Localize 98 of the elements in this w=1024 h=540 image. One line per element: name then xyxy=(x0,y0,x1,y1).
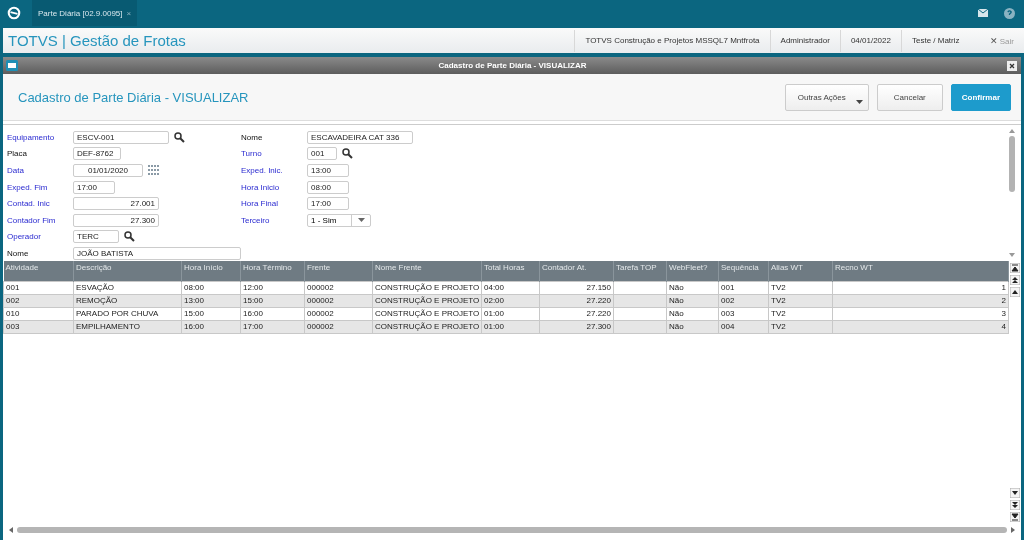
previous-icon[interactable] xyxy=(1010,287,1020,297)
table-cell: 08:00 xyxy=(181,281,241,294)
cancel-button[interactable]: Cancelar xyxy=(876,83,943,111)
input-field[interactable]: 13:00 xyxy=(307,164,349,177)
column-header[interactable]: Tarefa TOP xyxy=(613,261,667,281)
close-icon[interactable] xyxy=(1007,60,1017,71)
column-header[interactable]: Frente xyxy=(304,261,373,281)
select-field[interactable]: 1 - Sim xyxy=(307,213,371,227)
input-field[interactable]: JOÃO BATISTA xyxy=(73,246,241,260)
header-info: Administrador xyxy=(769,29,840,52)
app-tab[interactable]: Parte Diária [02.9.0095] × xyxy=(32,0,138,26)
scroll-up-icon[interactable] xyxy=(1009,129,1015,133)
table-cell: CONSTRUÇÃO E PROJETO xyxy=(372,307,482,320)
table-cell: 27.150 xyxy=(539,281,614,294)
table-cell: 16:00 xyxy=(240,307,305,320)
column-header[interactable]: Alias WT xyxy=(768,261,833,281)
column-header[interactable]: Nome Frente xyxy=(372,261,482,281)
table-cell: 000002 xyxy=(304,281,373,294)
table-cell: 000002 xyxy=(304,307,373,320)
table-cell: CONSTRUÇÃO E PROJETO xyxy=(372,281,482,294)
field-label: Equipamento xyxy=(7,132,56,142)
input-field[interactable]: 17:00 xyxy=(307,197,349,211)
field-label: Contador Fim xyxy=(7,215,57,225)
table-cell: 003 xyxy=(718,307,769,320)
input-field[interactable]: DEF-8762 xyxy=(73,147,121,161)
table-cell: PARADO POR CHUVA xyxy=(73,307,182,320)
page-up-icon[interactable] xyxy=(1010,275,1020,285)
table-cell: Não xyxy=(666,307,719,320)
scroll-right-icon[interactable] xyxy=(1011,527,1015,533)
table-cell: 001 xyxy=(3,281,74,294)
caret-icon xyxy=(357,218,365,223)
last-record-icon[interactable] xyxy=(1010,512,1020,522)
input-field[interactable]: ESCV-001 xyxy=(73,130,169,144)
table-cell: Não xyxy=(666,281,719,294)
column-header[interactable]: WebFleet? xyxy=(666,261,719,281)
header-info: TOTVS Construção e Projetos MSSQL7 Mntfrota xyxy=(574,29,770,52)
column-header[interactable]: Contador At. xyxy=(539,261,614,281)
input-field[interactable]: 01/01/2020 xyxy=(73,164,143,177)
table-cell: 15:00 xyxy=(181,307,241,320)
search-icon[interactable] xyxy=(124,231,135,243)
actions-menu-button[interactable]: Outras Ações xyxy=(784,83,869,111)
logo-icon xyxy=(7,6,21,20)
input-field[interactable]: TERC xyxy=(73,230,119,244)
scroll-left-icon[interactable] xyxy=(9,527,13,533)
table-cell: 12:00 xyxy=(240,281,305,294)
column-header[interactable]: Atividade xyxy=(3,261,74,281)
field-label: Contad. Inic xyxy=(7,199,51,209)
table-cell: TV2 xyxy=(768,307,833,320)
field-label: Exped. Inic. xyxy=(241,166,284,175)
input-field[interactable]: 001 xyxy=(307,147,337,161)
next-icon[interactable] xyxy=(1010,488,1020,498)
column-header[interactable]: Hora Término xyxy=(240,261,305,281)
field-label: Hora Final xyxy=(241,199,279,209)
field-label: Placa xyxy=(7,149,28,159)
exit-button[interactable]: ✕ Sair xyxy=(969,35,1024,46)
field-label: Nome xyxy=(241,132,264,142)
window-icon xyxy=(6,60,18,71)
field-label: Hora Inicio xyxy=(241,182,281,192)
table-cell: 27.220 xyxy=(539,307,614,320)
search-icon[interactable] xyxy=(342,148,353,160)
table-cell: ESVAÇÃO xyxy=(73,281,182,294)
table-cell: 1 xyxy=(832,281,1009,294)
dialog-title: Cadastro de Parte Diária - VISUALIZAR xyxy=(437,61,588,70)
field-label: Terceiro xyxy=(241,215,271,225)
first-record-icon[interactable] xyxy=(1010,263,1020,273)
help-icon[interactable] xyxy=(1004,7,1015,19)
field-label: Data xyxy=(7,166,25,175)
table-cell: 01:00 xyxy=(481,307,540,320)
input-field[interactable]: ESCAVADEIRA CAT 336 xyxy=(307,130,413,144)
table-cell: 001 xyxy=(718,281,769,294)
column-header[interactable]: Descrição xyxy=(73,261,182,281)
input-field[interactable]: 17:00 xyxy=(73,180,115,194)
field-label: Nome xyxy=(7,248,30,258)
column-header[interactable]: Hora Início xyxy=(181,261,241,281)
input-field[interactable]: 27.300 xyxy=(73,213,159,227)
scroll-down-icon[interactable] xyxy=(1009,253,1015,257)
calendar-icon[interactable] xyxy=(148,165,160,176)
input-field[interactable]: 08:00 xyxy=(307,180,349,194)
table-cell: 04:00 xyxy=(481,281,540,294)
table-cell: 010 xyxy=(3,307,74,320)
page-heading: Cadastro de Parte Diária - VISUALIZAR xyxy=(18,89,249,105)
field-label: Operador xyxy=(7,232,42,242)
column-header[interactable]: Recno WT xyxy=(832,261,1009,281)
table-cell: 3 xyxy=(832,307,1009,320)
field-label: Turno xyxy=(241,149,263,159)
input-field[interactable]: 27.001 xyxy=(73,197,159,211)
table-cell: TV2 xyxy=(768,281,833,294)
field-label: Exped. Fim xyxy=(7,182,49,192)
header-info: Teste / Matriz xyxy=(900,29,970,52)
search-icon[interactable] xyxy=(174,131,185,143)
column-header[interactable]: Total Horas xyxy=(481,261,540,281)
column-header[interactable]: Sequência xyxy=(718,261,769,281)
header-info: 04/01/2022 xyxy=(839,29,901,52)
app-title: TOTVS | Gestão de Frotas xyxy=(7,32,186,49)
caret-icon xyxy=(855,99,863,104)
mail-icon[interactable] xyxy=(978,9,988,17)
page-down-icon[interactable] xyxy=(1010,500,1020,510)
close-icon[interactable]: × xyxy=(126,8,132,18)
